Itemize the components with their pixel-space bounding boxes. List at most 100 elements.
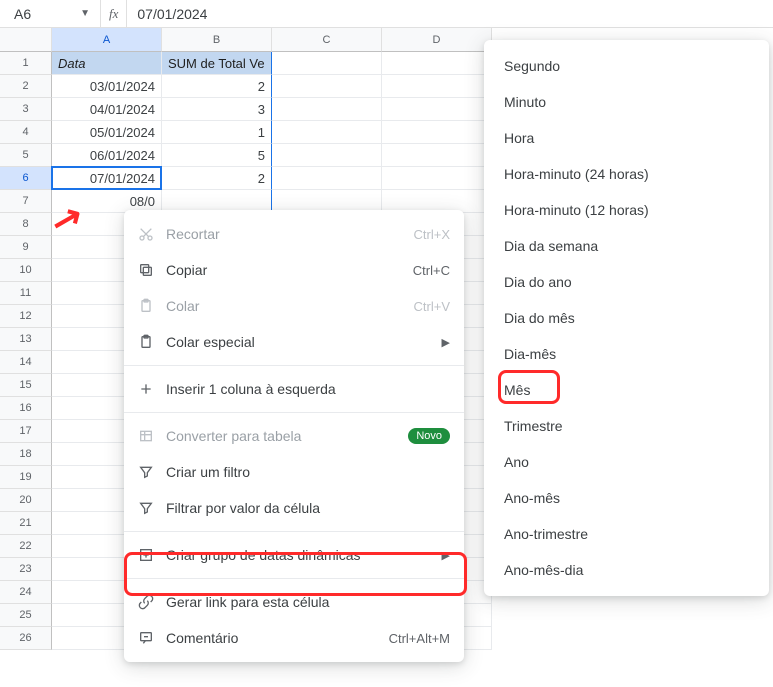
cell[interactable] bbox=[272, 121, 382, 144]
submenu-item[interactable]: Hora-minuto (24 horas) bbox=[484, 156, 769, 192]
row-header[interactable]: 26 bbox=[0, 627, 52, 650]
cell[interactable] bbox=[272, 144, 382, 167]
menu-paste-special[interactable]: Colar especial ▶ bbox=[124, 324, 464, 360]
submenu-item[interactable]: Trimestre bbox=[484, 408, 769, 444]
menu-insert-column-label: Inserir 1 coluna à esquerda bbox=[166, 381, 450, 397]
cell[interactable]: 03/01/2024 bbox=[52, 75, 162, 98]
menu-get-link[interactable]: Gerar link para esta célula bbox=[124, 584, 464, 620]
menu-paste-special-label: Colar especial bbox=[166, 334, 442, 350]
cell[interactable]: 2 bbox=[162, 167, 272, 190]
link-icon bbox=[138, 594, 166, 610]
row-header[interactable]: 6 bbox=[0, 167, 52, 190]
cell[interactable]: 06/01/2024 bbox=[52, 144, 162, 167]
menu-insert-column[interactable]: Inserir 1 coluna à esquerda bbox=[124, 371, 464, 407]
novo-badge: Novo bbox=[408, 428, 450, 444]
row-header[interactable]: 3 bbox=[0, 98, 52, 121]
menu-copy[interactable]: Copiar Ctrl+C bbox=[124, 252, 464, 288]
paste-icon bbox=[138, 298, 166, 314]
menu-paste-label: Colar bbox=[166, 298, 414, 314]
row-header[interactable]: 22 bbox=[0, 535, 52, 558]
row-header[interactable]: 13 bbox=[0, 328, 52, 351]
row-header[interactable]: 11 bbox=[0, 282, 52, 305]
menu-cut[interactable]: Recortar Ctrl+X bbox=[124, 216, 464, 252]
menu-comment[interactable]: Comentário Ctrl+Alt+M bbox=[124, 620, 464, 656]
submenu-item[interactable]: Mês bbox=[484, 372, 769, 408]
column-header-c[interactable]: C bbox=[272, 28, 382, 52]
cell[interactable] bbox=[272, 52, 382, 75]
row-header[interactable]: 21 bbox=[0, 512, 52, 535]
cell[interactable] bbox=[272, 75, 382, 98]
submenu-item[interactable]: Ano bbox=[484, 444, 769, 480]
column-header-d[interactable]: D bbox=[382, 28, 492, 52]
name-box[interactable]: A6 ▼ bbox=[0, 6, 100, 22]
formula-bar[interactable]: 07/01/2024 bbox=[127, 6, 773, 22]
submenu-item[interactable]: Ano-mês bbox=[484, 480, 769, 516]
column-header-b[interactable]: B bbox=[162, 28, 272, 52]
chevron-right-icon: ▶ bbox=[442, 549, 450, 562]
namebox-row: A6 ▼ fx 07/01/2024 bbox=[0, 0, 773, 28]
column-header-a[interactable]: A bbox=[52, 28, 162, 52]
menu-convert-table[interactable]: Converter para tabela Novo bbox=[124, 418, 464, 454]
select-all-corner[interactable] bbox=[0, 28, 52, 52]
submenu-item[interactable]: Hora-minuto (12 horas) bbox=[484, 192, 769, 228]
context-menu: Recortar Ctrl+X Copiar Ctrl+C Colar Ctrl… bbox=[124, 210, 464, 662]
cell[interactable]: 07/01/2024 bbox=[52, 167, 162, 190]
submenu-item[interactable]: Ano-trimestre bbox=[484, 516, 769, 552]
row-header[interactable]: 24 bbox=[0, 581, 52, 604]
row-header[interactable]: 23 bbox=[0, 558, 52, 581]
row-header[interactable]: 20 bbox=[0, 489, 52, 512]
menu-filter-by-value-label: Filtrar por valor da célula bbox=[166, 500, 450, 516]
row-header[interactable]: 1 bbox=[0, 52, 52, 75]
filter-icon bbox=[138, 464, 166, 480]
submenu-item[interactable]: Segundo bbox=[484, 48, 769, 84]
menu-cut-label: Recortar bbox=[166, 226, 414, 242]
copy-icon bbox=[138, 262, 166, 278]
row-header[interactable]: 5 bbox=[0, 144, 52, 167]
cell[interactable] bbox=[272, 98, 382, 121]
menu-paste[interactable]: Colar Ctrl+V bbox=[124, 288, 464, 324]
plus-icon bbox=[138, 381, 166, 397]
submenu-item[interactable]: Dia-mês bbox=[484, 336, 769, 372]
row-header[interactable]: 4 bbox=[0, 121, 52, 144]
row-header[interactable]: 12 bbox=[0, 305, 52, 328]
cell[interactable] bbox=[382, 167, 492, 190]
cell[interactable] bbox=[382, 121, 492, 144]
submenu-item[interactable]: Dia da semana bbox=[484, 228, 769, 264]
cell[interactable] bbox=[382, 75, 492, 98]
menu-filter-by-value[interactable]: Filtrar por valor da célula bbox=[124, 490, 464, 526]
cell[interactable] bbox=[382, 52, 492, 75]
chevron-right-icon: ▶ bbox=[442, 336, 450, 349]
cell[interactable]: SUM de Total Ve bbox=[162, 52, 272, 75]
submenu-item[interactable]: Dia do ano bbox=[484, 264, 769, 300]
submenu-item[interactable]: Dia do mês bbox=[484, 300, 769, 336]
row-header[interactable]: 10 bbox=[0, 259, 52, 282]
menu-get-link-label: Gerar link para esta célula bbox=[166, 594, 450, 610]
cell[interactable]: Data bbox=[52, 52, 162, 75]
row-header[interactable]: 17 bbox=[0, 420, 52, 443]
cell[interactable] bbox=[382, 98, 492, 121]
row-header[interactable]: 7 bbox=[0, 190, 52, 213]
cell[interactable]: 5 bbox=[162, 144, 272, 167]
row-header[interactable]: 8 bbox=[0, 213, 52, 236]
row-header[interactable]: 25 bbox=[0, 604, 52, 627]
row-header[interactable]: 18 bbox=[0, 443, 52, 466]
cell[interactable]: 05/01/2024 bbox=[52, 121, 162, 144]
submenu-item[interactable]: Hora bbox=[484, 120, 769, 156]
menu-create-filter[interactable]: Criar um filtro bbox=[124, 454, 464, 490]
menu-date-group[interactable]: Criar grupo de datas dinâmicas ▶ bbox=[124, 537, 464, 573]
submenu-item[interactable]: Minuto bbox=[484, 84, 769, 120]
submenu-item[interactable]: Ano-mês-dia bbox=[484, 552, 769, 588]
row-header[interactable]: 16 bbox=[0, 397, 52, 420]
cell[interactable]: 1 bbox=[162, 121, 272, 144]
date-group-submenu: SegundoMinutoHoraHora-minuto (24 horas)H… bbox=[484, 40, 769, 596]
row-header[interactable]: 9 bbox=[0, 236, 52, 259]
cell[interactable] bbox=[272, 167, 382, 190]
cell[interactable]: 04/01/2024 bbox=[52, 98, 162, 121]
cell[interactable] bbox=[382, 144, 492, 167]
row-header[interactable]: 2 bbox=[0, 75, 52, 98]
row-header[interactable]: 19 bbox=[0, 466, 52, 489]
cell[interactable]: 3 bbox=[162, 98, 272, 121]
cell[interactable]: 2 bbox=[162, 75, 272, 98]
row-header[interactable]: 15 bbox=[0, 374, 52, 397]
row-header[interactable]: 14 bbox=[0, 351, 52, 374]
